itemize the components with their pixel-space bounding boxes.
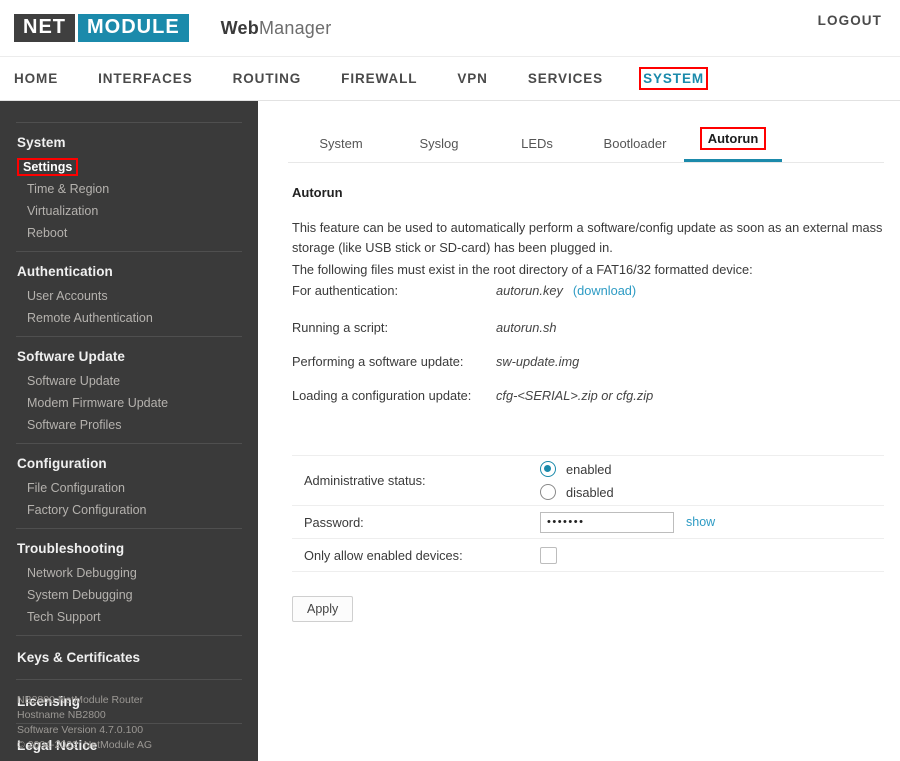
file-row-config-update-label: Loading a configuration update: <box>292 388 472 403</box>
password-control: show <box>540 511 884 533</box>
autorun-settings-form: Administrative status: enabled disabled <box>292 455 884 572</box>
sidebar-item-file-configuration[interactable]: File Configuration <box>0 477 258 499</box>
password-label: Password: <box>304 514 364 530</box>
download-link[interactable]: (download) <box>573 283 636 298</box>
admin-status-radio-group: enabled disabled <box>540 461 614 500</box>
sidebar-item-settings-label: Settings <box>16 158 79 176</box>
password-show-link[interactable]: show <box>686 515 715 529</box>
form-row-password: Password: show <box>292 506 884 539</box>
panel-title: Autorun <box>292 185 343 200</box>
app-title-light: Manager <box>258 17 332 38</box>
sidebar-item-virtualization[interactable]: Virtualization <box>0 200 258 222</box>
footer-copyright: © 2004-2022, NetModule AG <box>17 739 152 751</box>
tab-syslog[interactable]: Syslog <box>390 136 488 162</box>
sidebar-divider <box>16 635 242 636</box>
radio-disabled-label: disabled <box>566 484 614 500</box>
tab-leds[interactable]: LEDs <box>488 136 586 162</box>
sidebar-item-remote-authentication[interactable]: Remote Authentication <box>0 307 258 329</box>
main-navigation: HOME INTERFACES ROUTING FIREWALL VPN SER… <box>0 56 900 101</box>
sidebar-group-configuration: Configuration <box>17 456 107 471</box>
sidebar-divider <box>16 528 242 529</box>
sidebar-item-system-debugging[interactable]: System Debugging <box>0 584 258 606</box>
only-enabled-devices-control <box>540 546 884 564</box>
tab-autorun-label: Autorun <box>699 127 767 150</box>
sidebar-group-troubleshooting: Troubleshooting <box>17 541 125 556</box>
sidebar-item-settings[interactable]: Settings <box>0 156 258 178</box>
app-title: WebManager <box>221 18 332 39</box>
form-row-admin-status: Administrative status: enabled disabled <box>292 456 884 506</box>
admin-status-label: Administrative status: <box>304 473 426 488</box>
content-tabs: System Syslog LEDs Bootloader Autorun <box>288 101 884 163</box>
panel-description-1: This feature can be used to automaticall… <box>292 220 883 255</box>
sidebar-group-software-update: Software Update <box>17 349 126 364</box>
sidebar-divider <box>16 443 242 444</box>
footer-version: Software Version 4.7.0.100 <box>17 724 144 736</box>
nav-item-routing[interactable]: ROUTING <box>233 71 302 86</box>
logo-net-text: NET <box>14 14 75 42</box>
logout-button[interactable]: LOGOUT <box>818 13 882 28</box>
admin-status-control: enabled disabled <box>540 461 884 500</box>
sidebar-item-reboot[interactable]: Reboot <box>0 222 258 244</box>
radio-enabled-label: enabled <box>566 461 612 477</box>
radio-option-enabled[interactable]: enabled <box>540 461 614 477</box>
only-enabled-devices-label: Only allow enabled devices: <box>304 547 463 563</box>
sidebar-divider <box>16 122 242 123</box>
file-row-software-update-label: Performing a software update: <box>292 354 464 369</box>
nav-item-vpn[interactable]: VPN <box>457 71 487 86</box>
sidebar-item-tech-support[interactable]: Tech Support <box>0 606 258 628</box>
form-row-only-enabled-devices: Only allow enabled devices: <box>292 539 884 572</box>
netmodule-logo: NET MODULE <box>14 13 189 43</box>
panel-description-2: The following files must exist in the ro… <box>292 262 753 277</box>
file-row-config-update-value: cfg-<SERIAL>.zip or cfg.zip <box>496 388 654 403</box>
page-body: System Settings Time & Region Virtualiza… <box>0 101 900 761</box>
app-title-bold: Web <box>220 17 259 38</box>
only-enabled-devices-checkbox[interactable] <box>540 546 557 564</box>
radio-enabled-icon[interactable] <box>540 461 556 477</box>
tab-autorun[interactable]: Autorun <box>684 127 782 162</box>
sidebar-divider <box>16 336 242 337</box>
apply-button[interactable]: Apply <box>292 596 354 622</box>
sidebar-item-modem-firmware-update[interactable]: Modem Firmware Update <box>0 392 258 414</box>
file-row-config-update: Loading a configuration update: cfg-<SER… <box>292 388 884 403</box>
tab-bootloader[interactable]: Bootloader <box>586 136 684 162</box>
main-content: System Syslog LEDs Bootloader Autorun Au… <box>258 101 900 761</box>
sidebar-divider <box>16 251 242 252</box>
sidebar-item-software-profiles[interactable]: Software Profiles <box>0 414 258 436</box>
tab-system[interactable]: System <box>292 136 390 162</box>
sidebar-group-system: System <box>17 135 66 150</box>
radio-disabled-icon[interactable] <box>540 484 556 500</box>
auth-file-label: For authentication: <box>292 283 398 298</box>
auth-file-row: For authentication: autorun.key (downloa… <box>292 283 884 298</box>
sidebar-group-authentication: Authentication <box>17 264 113 279</box>
logo-module-text: MODULE <box>78 14 189 42</box>
sidebar-item-network-debugging[interactable]: Network Debugging <box>0 562 258 584</box>
sidebar-footer: NB2800 NetModule Router Hostname NB2800 … <box>17 693 152 753</box>
file-row-script-label: Running a script: <box>292 320 389 335</box>
sidebar: System Settings Time & Region Virtualiza… <box>0 101 258 761</box>
top-header: NET MODULE WebManager LOGOUT <box>0 0 900 56</box>
sidebar-item-software-update[interactable]: Software Update <box>0 370 258 392</box>
sidebar-item-time-region[interactable]: Time & Region <box>0 178 258 200</box>
nav-item-interfaces[interactable]: INTERFACES <box>98 71 193 86</box>
file-row-software-update-value: sw-update.img <box>496 354 580 369</box>
radio-option-disabled[interactable]: disabled <box>540 484 614 500</box>
nav-item-home[interactable]: HOME <box>14 71 58 86</box>
sidebar-item-user-accounts[interactable]: User Accounts <box>0 285 258 307</box>
file-row-script: Running a script: autorun.sh <box>292 320 884 335</box>
sidebar-item-keys-certificates[interactable]: Keys & Certificates <box>0 643 258 672</box>
nav-item-system[interactable]: SYSTEM <box>639 67 708 90</box>
file-row-script-value: autorun.sh <box>496 320 557 335</box>
file-row-software-update: Performing a software update: sw-update.… <box>292 354 884 369</box>
nav-item-firewall[interactable]: FIREWALL <box>341 71 417 86</box>
footer-hostname: Hostname NB2800 <box>17 709 106 721</box>
auth-file-name: autorun.key <box>496 283 563 298</box>
sidebar-divider <box>16 679 242 680</box>
nav-item-services[interactable]: SERVICES <box>528 71 603 86</box>
autorun-panel: Autorun This feature can be used to auto… <box>288 163 884 622</box>
password-input[interactable] <box>540 511 674 533</box>
footer-device: NB2800 NetModule Router <box>17 694 144 706</box>
sidebar-item-factory-configuration[interactable]: Factory Configuration <box>0 499 258 521</box>
